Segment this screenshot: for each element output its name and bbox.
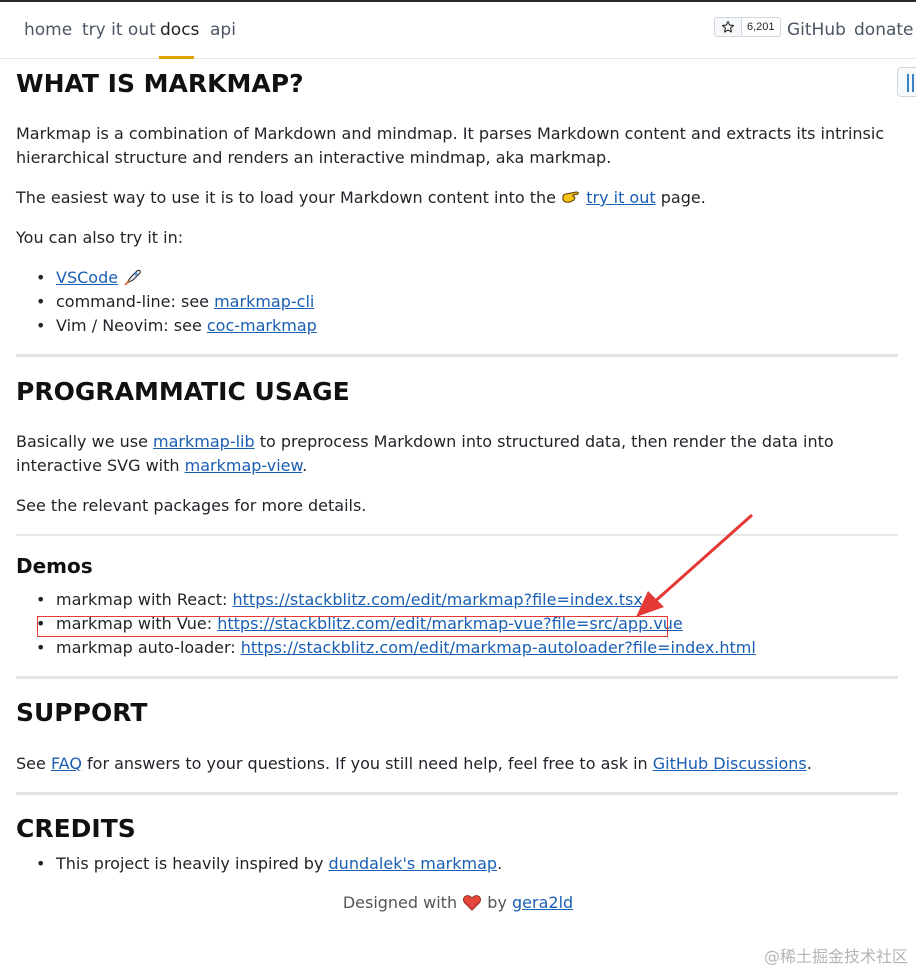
nav-donate[interactable]: donate — [854, 20, 914, 40]
star-count[interactable]: 6,201 — [742, 17, 781, 37]
demo-autoloader-link[interactable]: https://stackblitz.com/edit/markmap-auto… — [241, 638, 756, 657]
heading-credits: CREDITS — [16, 814, 136, 843]
gera2ld-link[interactable]: gera2ld — [512, 893, 573, 912]
github-star-widget[interactable]: 6,201 — [714, 17, 781, 37]
pointing-hand-icon — [562, 191, 579, 203]
what-paragraph-2: The easiest way to use it is to load you… — [16, 188, 706, 207]
heart-icon — [463, 895, 482, 911]
toc-bar-icon — [912, 74, 914, 92]
markmap-lib-link[interactable]: markmap-lib — [153, 432, 255, 451]
annotation-highlight-box — [37, 616, 668, 637]
what-paragraph-1: Markmap is a combination of Markdown and… — [16, 124, 885, 167]
rocket-icon — [124, 269, 141, 286]
github-discussions-link[interactable]: GitHub Discussions — [653, 754, 807, 773]
section-divider — [16, 792, 898, 795]
nav-github[interactable]: GitHub — [787, 20, 846, 40]
section-divider — [16, 676, 898, 679]
list-item: command-line: see markmap-cli — [16, 290, 317, 314]
markmap-cli-link[interactable]: markmap-cli — [214, 292, 314, 311]
heading-demos: Demos — [16, 554, 93, 578]
vscode-link[interactable]: VSCode — [56, 268, 118, 287]
watermark: @稀土掘金技术社区 — [763, 947, 908, 966]
list-item: VSCode — [16, 266, 317, 290]
heading-programmatic-usage: PROGRAMMATIC USAGE — [16, 377, 350, 406]
list-item: This project is heavily inspired by dund… — [16, 852, 502, 876]
support-paragraph: See FAQ for answers to your questions. I… — [16, 754, 812, 773]
section-divider — [16, 534, 898, 536]
list-item: markmap auto-loader: https://stackblitz.… — [16, 636, 756, 660]
programmatic-paragraph-2: See the relevant packages for more detai… — [16, 496, 367, 515]
nav-docs[interactable]: docs — [160, 20, 199, 40]
nav-api[interactable]: api — [210, 20, 236, 40]
coc-markmap-link[interactable]: coc-markmap — [207, 316, 317, 335]
try-it-out-link[interactable]: try it out — [586, 188, 655, 207]
heading-what-is-markmap: WHAT IS MARKMAP? — [16, 69, 304, 98]
dundalek-markmap-link[interactable]: dundalek's markmap — [329, 854, 498, 873]
toc-toggle-button[interactable] — [897, 67, 916, 97]
try-it-in-list: VSCode command-line: see markmap-cli Vim… — [16, 266, 317, 338]
toc-bar-icon — [907, 74, 909, 92]
footer: Designed with by gera2ld — [342, 893, 574, 912]
nav-active-indicator — [159, 56, 194, 59]
demo-react-link[interactable]: https://stackblitz.com/edit/markmap?file… — [233, 590, 643, 609]
star-icon[interactable] — [714, 17, 742, 37]
markmap-view-link[interactable]: markmap-view — [185, 456, 303, 475]
section-divider — [16, 354, 898, 357]
what-paragraph-3: You can also try it in: — [16, 228, 184, 247]
top-navbar: home try it out docs api 6,201 GitHub do… — [0, 2, 916, 59]
list-item: markmap with React: https://stackblitz.c… — [16, 588, 756, 612]
programmatic-paragraph-1: Basically we use markmap-lib to preproce… — [16, 432, 834, 475]
credits-list: This project is heavily inspired by dund… — [16, 852, 502, 876]
heading-support: SUPPORT — [16, 698, 148, 727]
list-item: Vim / Neovim: see coc-markmap — [16, 314, 317, 338]
nav-try-it-out[interactable]: try it out — [82, 20, 156, 40]
nav-home[interactable]: home — [24, 20, 72, 40]
faq-link[interactable]: FAQ — [51, 754, 82, 773]
